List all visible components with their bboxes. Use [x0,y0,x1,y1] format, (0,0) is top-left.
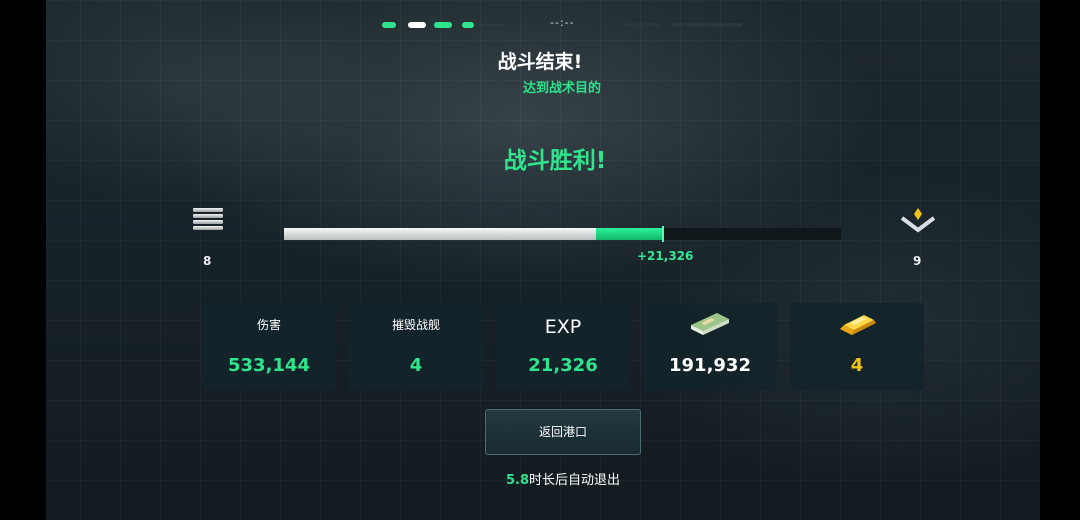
victory-label: 战斗胜利! [503,148,607,174]
strip-divider [478,24,508,26]
gold-bar-icon [840,315,876,335]
current-rank: 8 [203,254,212,268]
rank-stripes-icon [193,208,223,234]
stat-card-damage: 伤害 533,144 [202,303,336,390]
strip-ally-marker [462,22,474,28]
strip-enemy-marker [622,23,662,27]
match-timer: --:-- [550,16,575,29]
strip-enemy-marker [672,23,742,27]
next-rank: 9 [913,254,922,268]
stat-value: 191,932 [669,355,751,376]
stat-card-credits: 191,932 [643,303,777,390]
exp-gain-label: +21,326 [637,249,694,263]
stat-value: 4 [850,355,864,376]
auto-exit-text: 时长后自动退出 [529,473,621,488]
battle-result-screen: --:-- 战斗结束! 达到战术目的 战斗胜利! 8 +21,326 9 伤害 … [0,0,1080,520]
exp-progress-bar [284,226,841,242]
return-to-port-button[interactable]: 返回港口 [485,409,641,455]
stat-label: EXP [544,316,582,338]
exp-progress-before [284,228,596,240]
rank-chevron-icon [900,208,936,233]
stat-label: 伤害 [256,318,281,332]
strip-player-marker [408,22,426,28]
cash-stack-icon [691,313,729,335]
stat-value: 4 [409,355,423,376]
stat-card-exp: EXP 21,326 [496,303,630,390]
auto-exit-countdown: 5.8 [505,473,529,488]
exp-progress-cap [662,226,664,242]
exp-progress-gain [596,228,663,240]
stat-value: 533,144 [228,355,310,376]
stat-value: 21,326 [528,355,598,376]
strip-ally-marker [382,22,396,28]
stat-card-ships-destroyed: 摧毁战舰 4 [349,303,483,390]
stat-card-gold: 4 [790,303,924,390]
stat-label: 摧毁战舰 [391,318,440,332]
battle-end-title: 战斗结束! [497,51,583,73]
battle-end-subtitle: 达到战术目的 [522,81,601,96]
match-progress-strip: --:-- [382,16,802,31]
auto-exit-notice: 5.8时长后自动退出 [0,469,1080,488]
strip-ally-marker [434,22,452,28]
